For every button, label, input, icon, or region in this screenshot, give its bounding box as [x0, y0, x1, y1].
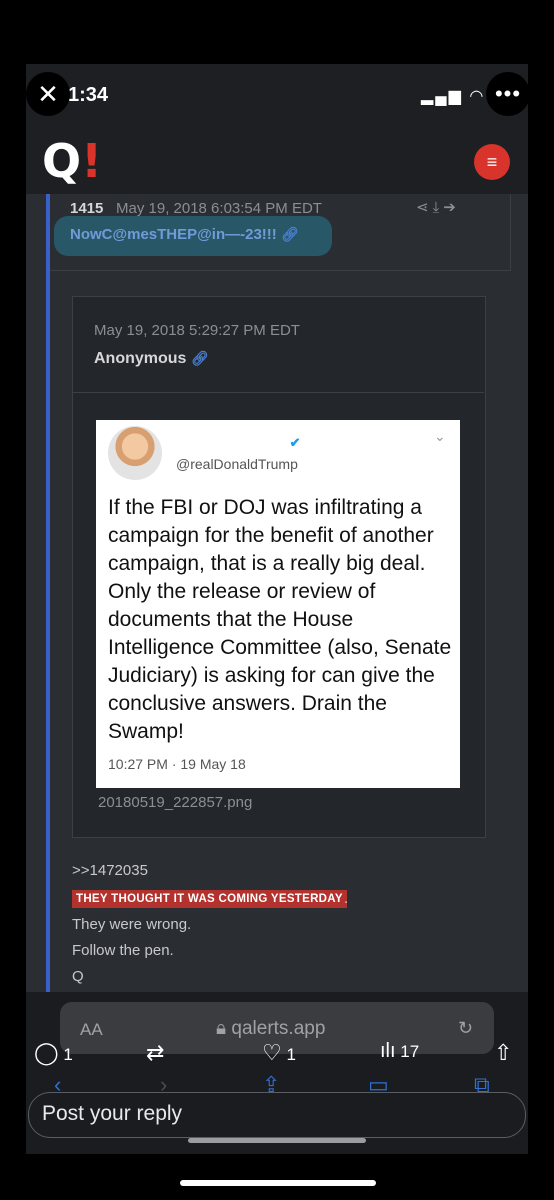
red-highlight-tag: THEY THOUGHT IT WAS COMING YESTERDAY [72, 890, 347, 908]
post-date: May 19, 2018 6:03:54 PM EDT [116, 200, 322, 217]
body-line: They were wrong. [72, 916, 192, 933]
close-icon: ✕ [37, 78, 59, 109]
more-icon: ••• [494, 81, 522, 106]
tag-punctuation: . [344, 890, 349, 907]
post-title: NowC@mesTHEP@in—-23!!! 🔗︎ [70, 226, 299, 243]
post-accent-border [46, 194, 50, 1094]
download-icon[interactable]: ⤓ [433, 199, 444, 216]
app-logo[interactable]: Q! [42, 138, 102, 184]
reply-count: 1 [63, 1045, 73, 1064]
retweet-icon: ⇄ [146, 1040, 165, 1065]
quoted-author: Anonymous 🔗︎ [94, 350, 209, 368]
hamburger-icon: ≡ [486, 151, 498, 172]
reply-placeholder[interactable]: Post your reply [42, 1102, 182, 1126]
retweet-action[interactable]: ⇄ [146, 1040, 164, 1066]
reload-icon[interactable]: ↻ [458, 1018, 473, 1039]
post-actions[interactable]: ⋖⤓➔ [416, 198, 460, 216]
views-count: 17 [400, 1042, 420, 1061]
wifi-icon: ◠ [469, 88, 486, 105]
tweet-handle: @realDonaldTrump [176, 456, 298, 472]
menu-button[interactable]: ≡ [474, 144, 510, 180]
embedded-screenshot: 1:34 ▂▄▆ ◠ ▭ Q! ≡ 1415 May 19, 2018 6:03… [26, 64, 528, 1154]
tweet-time: 10:27 PM · 19 May 18 [108, 756, 246, 772]
post-number[interactable]: 1415 [70, 200, 103, 217]
views-action[interactable]: ılı 17 [380, 1040, 419, 1063]
signal-icon: ▂▄▆ [421, 88, 463, 105]
reply-reference[interactable]: >>1472035 [72, 862, 148, 879]
quoted-post-header [72, 296, 484, 393]
heart-icon: ♡ [262, 1040, 282, 1065]
url-text[interactable]: 🔒︎ qalerts.app [216, 1018, 325, 1040]
tweet-author: Donald J. Trump ✔ [176, 434, 300, 451]
more-options-button[interactable]: ••• [486, 72, 530, 116]
avatar [108, 426, 162, 480]
like-action[interactable]: ♡ 1 [262, 1040, 296, 1066]
chevron-down-icon: ⌄ [434, 428, 446, 444]
image-filename[interactable]: 20180519_222857.png [98, 794, 252, 811]
like-count: 1 [286, 1045, 296, 1064]
close-viewer-button[interactable]: ✕ [26, 72, 70, 116]
verified-icon: ✔ [289, 435, 301, 450]
views-icon: ılı [380, 1040, 396, 1062]
tweet-text: If the FBI or DOJ was infiltrating a cam… [108, 496, 452, 743]
share-action[interactable]: ⇧ [494, 1040, 512, 1066]
status-time: 1:34 [68, 84, 109, 106]
link-icon[interactable]: 🔗︎ [281, 226, 299, 242]
url-domain: qalerts.app [231, 1018, 326, 1039]
reader-button[interactable]: AA [80, 1020, 103, 1040]
quoted-author-name: Anonymous [94, 350, 187, 367]
share-icon[interactable]: ⋖ [416, 199, 433, 216]
reply-action[interactable]: ◯ 1 [34, 1040, 73, 1066]
home-indicator[interactable] [180, 1180, 376, 1186]
body-line: Follow the pen. [72, 942, 174, 959]
signature: Q [72, 968, 84, 985]
logo-q: Q [42, 134, 82, 188]
reply-icon: ◯ [34, 1040, 59, 1065]
post-title-text: NowC@mesTHEP@in—-23!!! [70, 226, 277, 243]
tweet-author-name: Donald J. Trump [176, 434, 286, 450]
link-icon[interactable]: 🔗︎ [191, 350, 209, 366]
lock-icon: 🔒︎ [216, 1018, 227, 1039]
quoted-date: May 19, 2018 5:29:27 PM EDT [94, 322, 300, 339]
share-icon: ⇧ [494, 1040, 513, 1065]
logo-bang: ! [81, 134, 103, 188]
forward-icon[interactable]: ➔ [443, 199, 460, 216]
embedded-home-indicator [188, 1138, 366, 1143]
